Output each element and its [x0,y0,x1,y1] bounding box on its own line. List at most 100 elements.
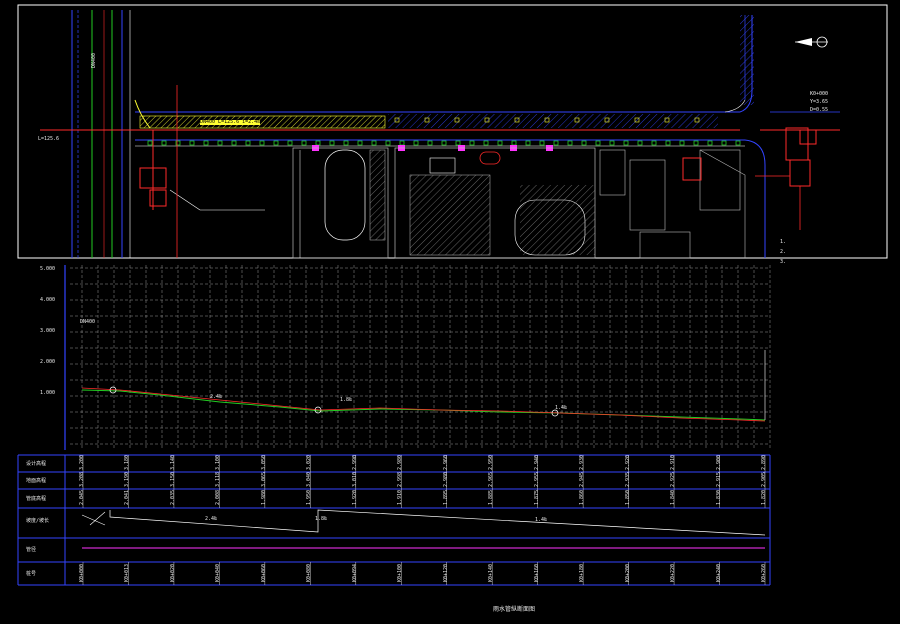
road-marker [707,140,713,146]
plan-right-note-2: 2. [780,249,787,255]
table-cell-ground: 3.040 [306,471,313,487]
road-marker [581,140,587,146]
table-cell-design: 2.900 [715,454,722,470]
road-marker [245,140,251,146]
profile-callout: DN400 [80,319,96,325]
table-slope-3: 1.4‰ [535,517,548,523]
road-marker [161,140,167,146]
table-cell-ground: 3.208 [79,471,85,487]
table-cell-station: K0+140 [488,563,495,582]
road-marker [665,140,671,146]
table-cell-station: K0+094 [351,563,358,582]
elevation-tick-label: 4.000 [40,297,56,303]
table-cell-bottom: 2.035 [169,489,176,505]
table-cell-station: K0+120 [442,563,449,582]
table-cell-ground: 3.190 [124,471,131,487]
road-marker [315,140,321,146]
road-marker [679,140,685,146]
right-manholes [682,127,817,230]
table-cell-station: K0+100 [397,563,404,582]
left-road-lines [71,10,131,258]
road-marker [301,140,307,146]
road-marker [609,140,615,146]
left-manholes [139,85,265,258]
north-arrow-icon [795,36,828,48]
table-cell-bottom: 1.910 [397,489,404,505]
table-cell-station: K0+240 [715,563,722,582]
profile-slope-3: 1.4‰ [555,405,568,411]
table-cell-bottom: 1.885 [488,489,495,505]
table-cell-station: K0+020 [169,563,176,582]
table-cell-design: 2.890 [761,454,767,470]
table-cell-bottom: 1.830 [715,489,722,505]
road-marker [371,140,377,146]
table-cell-bottom: 2.041 [124,489,131,505]
road-marker [595,140,601,146]
road-marker [287,140,293,146]
elevation-tick-label: 5.000 [40,266,56,272]
table-slope-2: 1.8‰ [315,516,328,522]
table-cell-bottom: 2.045 [79,489,85,505]
road-marker [539,140,545,146]
road-marker [343,140,349,146]
table-cell-design: 2.950 [488,454,495,470]
table-cell-bottom: 1.980 [260,489,267,505]
table-cell-bottom: 2.008 [215,489,222,505]
table-row-header: 地面高程 [26,478,47,484]
elevation-tick-label: 3.000 [40,328,56,334]
plan-note-tr-3: D=0.55 [810,107,829,113]
profile-table [17,454,771,586]
table-cell-bottom: 1.895 [442,489,449,505]
table-cell-bottom: 1.875 [533,489,540,505]
table-cell-ground: 2.925 [670,471,677,487]
slope-sketch [81,509,766,536]
road-marker [147,140,153,146]
road-marker [203,140,209,146]
road-marker [357,140,363,146]
table-cell-bottom: 1.850 [624,489,631,505]
table-cell-station: K0+200 [624,563,631,582]
road-marker [721,140,727,146]
road-marker [651,140,657,146]
profile-slope-2: 1.8‰ [340,397,353,403]
table-cell-station: K0+160 [533,563,540,582]
elevation-tick-label: 2.000 [40,359,56,365]
table-cell-design: 3.140 [169,454,176,470]
table-cell-ground: 2.935 [624,471,631,487]
table-cell-station: K0+180 [579,563,586,582]
plan-note-tr-2: Y=3.65 [810,99,829,105]
road-marker [553,140,559,146]
road-marker [427,140,433,146]
table-cell-station: K0+260 [761,563,767,582]
table-cell-ground: 2.998 [397,471,404,487]
road-marker [455,140,461,146]
table-cell-station: K0+220 [670,563,677,582]
drawing-title: 雨水管纵断面图 [493,606,536,613]
road-marker [693,140,699,146]
road-marker [273,140,279,146]
table-cell-ground: 2.965 [488,471,495,487]
plan-note-left-2: L=125.6 [38,136,60,142]
table-row-header: 桩号 [26,571,37,577]
plan-note-left: DN400 [91,52,97,68]
table-cell-design: 3.100 [215,454,222,470]
table-row-header: 管底高程 [26,496,47,502]
road-marker [385,140,391,146]
table-cell-design: 3.050 [260,454,267,470]
road-marker [217,140,223,146]
road-marker [567,140,573,146]
road-marker [189,140,195,146]
table-cell-ground: 3.010 [351,471,358,487]
table-cell-bottom: 1.820 [761,489,767,505]
table-cell-bottom: 1.950 [306,489,313,505]
table-row-header: 管径 [26,547,37,553]
road-marker [637,140,643,146]
table-row-header: 坡度/坡长 [26,518,50,524]
table-cell-ground: 3.065 [260,471,267,487]
table-cell-ground: 3.118 [215,471,222,487]
table-row-header: 设计高程 [26,461,47,467]
road-marker [441,140,447,146]
table-cell-design: 3.020 [306,454,313,470]
road-marker [399,140,405,146]
road-marker [623,140,629,146]
